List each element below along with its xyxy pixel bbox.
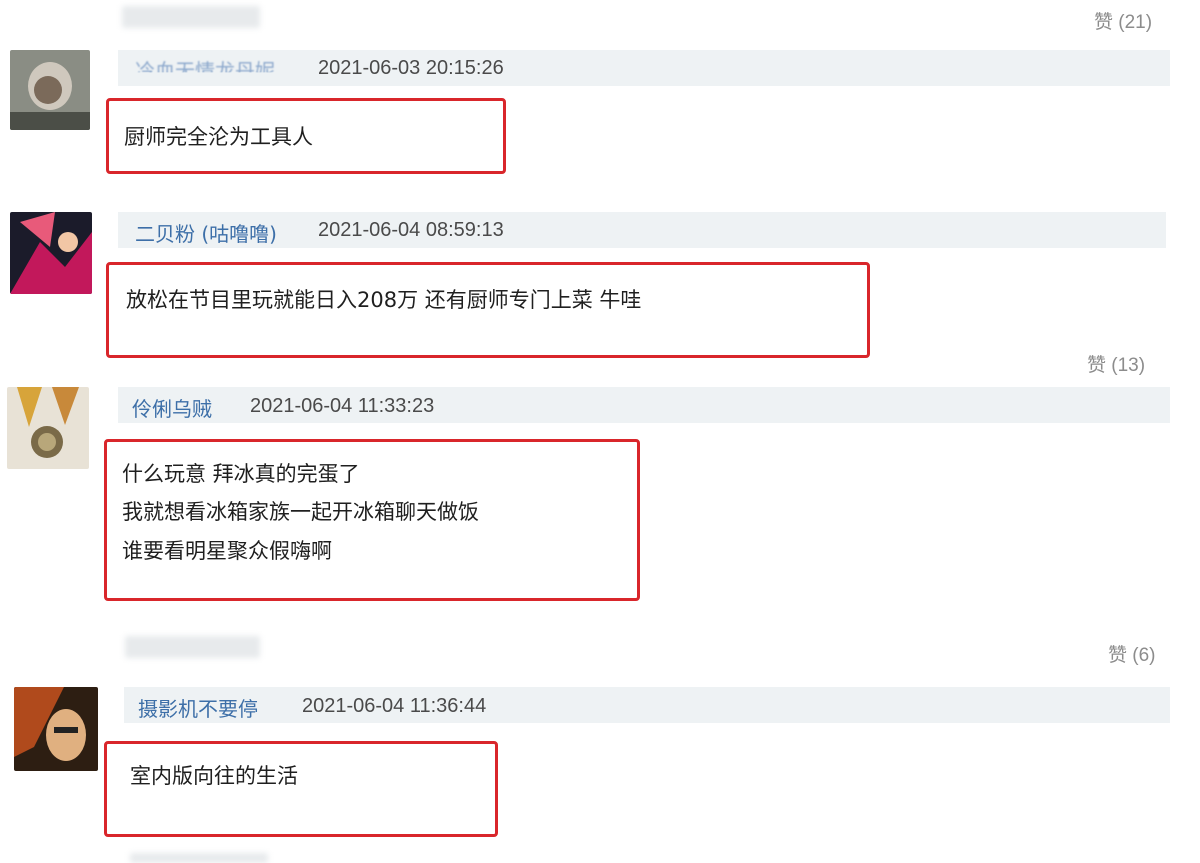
- like-count-top[interactable]: 赞 (21): [1094, 7, 1152, 34]
- comment-text: 室内版向往的生活: [130, 764, 298, 788]
- timestamp: 2021-06-04 11:36:44: [302, 695, 487, 717]
- username-link[interactable]: 二贝粉 (咕噜噜): [135, 218, 277, 247]
- like-count[interactable]: 赞 (13): [1087, 350, 1145, 377]
- avatar-image-icon: [10, 50, 90, 130]
- timestamp: 2021-06-03 20:15:26: [318, 57, 504, 79]
- comment-header: [124, 687, 1170, 723]
- comment-text: 放松在节目里玩就能日入208万 还有厨师专门上菜 牛哇: [126, 288, 642, 312]
- timestamp: 2021-06-04 11:33:23: [250, 395, 435, 417]
- comment-text: 我就想看冰箱家族一起开冰箱聊天做饭: [122, 500, 479, 524]
- blurred-reply-bottom: [130, 853, 268, 863]
- avatar[interactable]: [10, 50, 90, 130]
- avatar[interactable]: [14, 687, 98, 771]
- avatar[interactable]: [10, 212, 92, 294]
- blurred-reply-top: [122, 6, 260, 28]
- avatar-image-icon: [7, 387, 89, 469]
- timestamp: 2021-06-04 08:59:13: [318, 219, 504, 241]
- avatar-image-icon: [10, 212, 92, 294]
- username-link[interactable]: 伶俐乌贼: [132, 393, 212, 422]
- like-count[interactable]: 赞 (6): [1108, 640, 1156, 667]
- comment-text: 厨师完全沦为工具人: [124, 125, 313, 149]
- blurred-reply: [125, 636, 260, 658]
- avatar-image-icon: [14, 687, 98, 771]
- username-link[interactable]: 摄影机不要停: [138, 693, 258, 722]
- comment-header: [118, 50, 1170, 86]
- avatar[interactable]: [7, 387, 89, 469]
- comment-text: 什么玩意 拜冰真的完蛋了: [122, 462, 360, 486]
- comment-text: 谁要看明星聚众假嗨啊: [122, 539, 332, 563]
